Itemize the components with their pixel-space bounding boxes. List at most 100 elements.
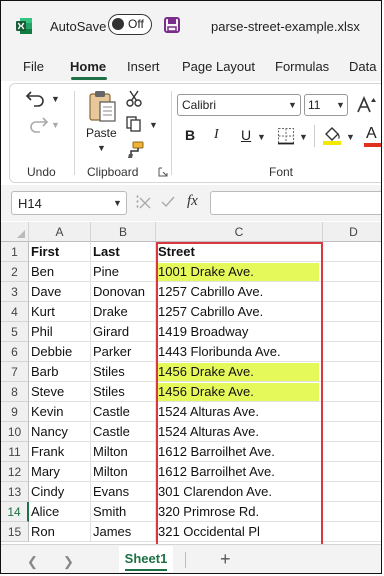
cell-last[interactable]: Girard	[91, 322, 156, 342]
dialog-launcher-icon[interactable]	[158, 167, 168, 177]
cell-empty[interactable]	[323, 262, 381, 282]
cell-first[interactable]: Alice	[29, 502, 91, 522]
undo-icon[interactable]	[25, 89, 49, 107]
column-header-a[interactable]: A	[29, 222, 91, 242]
cell-empty[interactable]	[323, 302, 381, 322]
cell-street[interactable]: 1257 Cabrillo Ave.	[156, 302, 323, 322]
cell-last[interactable]: Stiles	[91, 382, 156, 402]
formula-input[interactable]	[210, 191, 381, 215]
cell-last[interactable]: Evans	[91, 482, 156, 502]
cell-first[interactable]: Mary	[29, 462, 91, 482]
cell-last[interactable]: James	[91, 522, 156, 542]
cell-last[interactable]: Drake	[91, 302, 156, 322]
row-header[interactable]: 1	[1, 242, 29, 262]
tab-data[interactable]: Data	[349, 59, 376, 74]
cell-empty[interactable]	[323, 342, 381, 362]
row-header[interactable]: 3	[1, 282, 29, 302]
column-title-street[interactable]: Street	[156, 242, 323, 262]
autosave-toggle[interactable]: Off	[108, 14, 152, 35]
undo-chevron-down-icon[interactable]: ▼	[51, 94, 60, 104]
row-header[interactable]: 9	[1, 402, 29, 422]
cell-street[interactable]: 1612 Barroilhet Ave.	[156, 442, 323, 462]
row-header[interactable]: 11	[1, 442, 29, 462]
cell-street[interactable]: 321 Occidental Pl	[156, 522, 323, 542]
cell-last[interactable]: Donovan	[91, 282, 156, 302]
tab-page-layout[interactable]: Page Layout	[182, 59, 255, 74]
cancel-entry-icon[interactable]	[139, 197, 151, 209]
row-header[interactable]: 5	[1, 322, 29, 342]
cell-street[interactable]: 1456 Drake Ave.	[156, 362, 323, 382]
font-name-select[interactable]: Calibri ▼	[177, 94, 301, 116]
cell-last[interactable]: Smith	[91, 502, 156, 522]
cell-first[interactable]: Cindy	[29, 482, 91, 502]
cell-street[interactable]: 301 Clarendon Ave.	[156, 482, 323, 502]
row-header[interactable]: 12	[1, 462, 29, 482]
italic-button[interactable]: I	[214, 127, 219, 143]
insert-function-icon[interactable]: fx	[187, 193, 198, 210]
paste-chevron-down-icon[interactable]: ▼	[97, 143, 106, 153]
cell-street[interactable]: 1456 Drake Ave.	[156, 382, 323, 402]
cell-empty[interactable]	[323, 462, 381, 482]
cell-empty[interactable]	[323, 422, 381, 442]
name-box[interactable]: H14 ▼	[11, 191, 127, 215]
bold-button[interactable]: B	[185, 127, 195, 143]
column-header-b[interactable]: B	[91, 222, 156, 242]
cell-last[interactable]: Castle	[91, 422, 156, 442]
cell-first[interactable]: Phil	[29, 322, 91, 342]
cell-last[interactable]: Milton	[91, 462, 156, 482]
cell-first[interactable]: Kurt	[29, 302, 91, 322]
cell-street[interactable]: 320 Primrose Rd.	[156, 502, 323, 522]
row-header[interactable]: 6	[1, 342, 29, 362]
paste-icon[interactable]	[87, 89, 117, 123]
column-title-last[interactable]: Last	[91, 242, 156, 262]
cell-first[interactable]: Ben	[29, 262, 91, 282]
confirm-entry-icon[interactable]	[161, 196, 175, 208]
redo-icon[interactable]	[25, 115, 49, 133]
row-header[interactable]: 15	[1, 522, 29, 542]
tab-insert[interactable]: Insert	[127, 59, 160, 74]
fill-color-icon[interactable]	[322, 125, 342, 145]
borders-chevron-down-icon[interactable]: ▼	[299, 132, 308, 142]
cell-street[interactable]: 1524 Alturas Ave.	[156, 422, 323, 442]
add-sheet-button[interactable]: +	[220, 549, 231, 570]
cell-empty[interactable]	[323, 322, 381, 342]
cell-empty[interactable]	[323, 362, 381, 382]
row-header[interactable]: 10	[1, 422, 29, 442]
chevron-right-icon[interactable]: ❯	[63, 554, 74, 570]
cell-first[interactable]: Nancy	[29, 422, 91, 442]
row-header[interactable]: 13	[1, 482, 29, 502]
cell-empty[interactable]	[323, 402, 381, 422]
cell-empty[interactable]	[323, 242, 381, 262]
paste-label[interactable]: Paste	[86, 126, 117, 140]
tab-formulas[interactable]: Formulas	[275, 59, 329, 74]
cell-first[interactable]: Dave	[29, 282, 91, 302]
save-icon[interactable]	[164, 17, 180, 33]
cell-first[interactable]: Ron	[29, 522, 91, 542]
copy-icon[interactable]	[125, 115, 143, 133]
increase-font-size-icon[interactable]	[356, 96, 376, 114]
column-header-c[interactable]: C	[156, 222, 323, 242]
cell-first[interactable]: Kevin	[29, 402, 91, 422]
row-header[interactable]: 7	[1, 362, 29, 382]
tab-file[interactable]: File	[23, 59, 44, 74]
underline-chevron-down-icon[interactable]: ▼	[257, 132, 266, 142]
cell-street[interactable]: 1612 Barroilhet Ave.	[156, 462, 323, 482]
column-header-d[interactable]: D	[323, 222, 381, 242]
chevron-left-icon[interactable]: ❮	[27, 554, 38, 570]
cell-last[interactable]: Stiles	[91, 362, 156, 382]
cell-first[interactable]: Debbie	[29, 342, 91, 362]
redo-chevron-down-icon[interactable]: ▼	[51, 120, 60, 130]
cell-street[interactable]: 1001 Drake Ave.	[156, 262, 323, 282]
row-header[interactable]: 14	[1, 502, 29, 522]
copy-chevron-down-icon[interactable]: ▼	[149, 120, 158, 130]
cell-last[interactable]: Parker	[91, 342, 156, 362]
cell-empty[interactable]	[323, 482, 381, 502]
underline-button[interactable]: U	[241, 127, 251, 143]
cell-street[interactable]: 1443 Floribunda Ave.	[156, 342, 323, 362]
tab-home[interactable]: Home	[70, 59, 106, 74]
row-header[interactable]: 4	[1, 302, 29, 322]
row-header[interactable]: 2	[1, 262, 29, 282]
format-painter-icon[interactable]	[125, 141, 145, 159]
cell-last[interactable]: Milton	[91, 442, 156, 462]
cell-last[interactable]: Castle	[91, 402, 156, 422]
